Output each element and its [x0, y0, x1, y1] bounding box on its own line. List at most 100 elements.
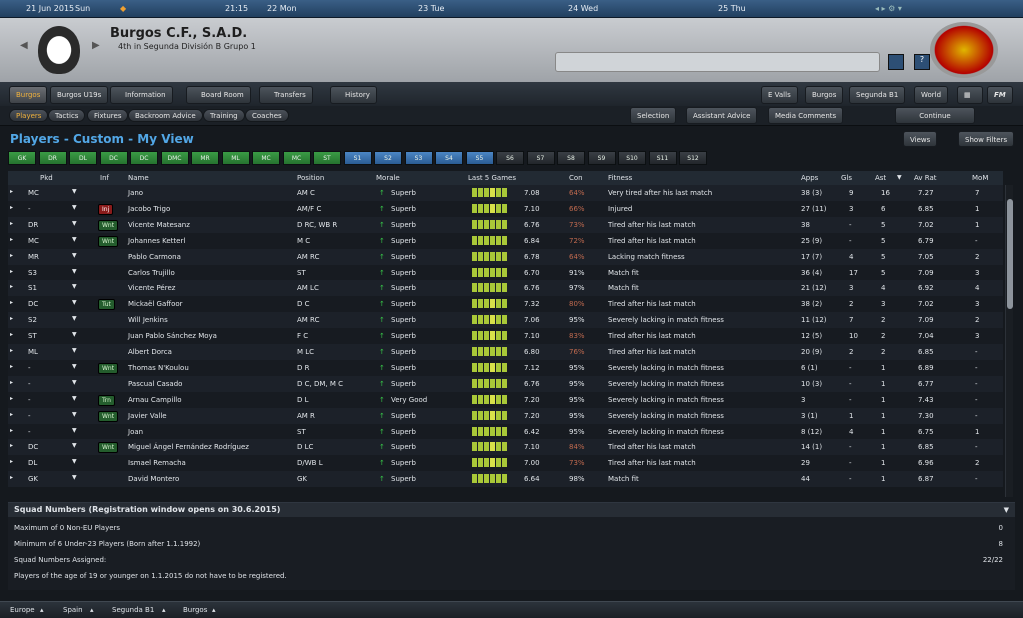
col-fitness[interactable]: Fitness [608, 174, 632, 182]
player-name[interactable]: Albert Dorca [128, 348, 172, 356]
col-morale[interactable]: Morale [376, 174, 400, 182]
filter-s3[interactable]: S3 [404, 151, 433, 165]
calendar-day-3[interactable]: 24 Wed [568, 4, 598, 13]
screenshot-icon[interactable] [888, 54, 904, 70]
filter-mc[interactable]: MC [282, 151, 311, 165]
picked-dropdown-icon[interactable]: ▼ [72, 252, 77, 259]
filter-ml[interactable]: ML [221, 151, 250, 165]
table-row[interactable]: ▸ S3 ▼ Carlos Trujillo ST ↑ Superb 6.70 91% Match… [8, 264, 1003, 281]
player-name[interactable]: Mickaël Gaffoor [128, 300, 183, 308]
crumb-up-icon[interactable]: ▴ [90, 606, 94, 614]
tab-burgos-u19s[interactable]: Burgos U19s [50, 86, 109, 104]
filter-mr[interactable]: MR [191, 151, 219, 165]
player-name[interactable]: David Montero [128, 475, 179, 483]
subtab-tactics[interactable]: Tactics [48, 109, 86, 122]
league-menu[interactable]: Segunda B1 [849, 86, 906, 104]
filter-st[interactable]: ST [313, 151, 341, 165]
crumb-segunda-b1[interactable]: Segunda B1 [112, 606, 154, 614]
col-name[interactable]: Name [128, 174, 149, 182]
status-badge[interactable]: Wnt [98, 219, 119, 231]
table-scrollbar[interactable] [1005, 185, 1013, 497]
calendar-day-4[interactable]: 25 Thu [718, 4, 746, 13]
expand-arrow-icon[interactable]: ▸ [10, 283, 13, 290]
picked-dropdown-icon[interactable]: ▼ [72, 442, 77, 449]
crumb-up-icon[interactable]: ▴ [40, 606, 44, 614]
filter-s2[interactable]: S2 [374, 151, 402, 165]
table-row[interactable]: ▸ ST ▼ Juan Pablo Sánchez Moya F C ↑ Superb 7.1… [8, 328, 1003, 345]
expand-arrow-icon[interactable]: ▸ [10, 347, 13, 354]
calendar-day-1[interactable]: 22 Mon [267, 4, 297, 13]
expand-arrow-icon[interactable]: ▸ [10, 188, 13, 195]
player-name[interactable]: Thomas N'Koulou [128, 364, 189, 372]
player-name[interactable]: Will Jenkins [128, 316, 168, 324]
picked-dropdown-icon[interactable]: ▼ [72, 474, 77, 481]
collapse-icon[interactable]: ▼ [1004, 506, 1009, 514]
player-name[interactable]: Arnau Campillo [128, 396, 182, 404]
table-row[interactable]: ▸ ML ▼ Albert Dorca M LC ↑ Superb 6.80 76% Tired … [8, 344, 1003, 360]
table-row[interactable]: ▸ DC ▼ Tut Mickaël Gaffoor D C ↑ Superb 7.32 80% T… [8, 296, 1003, 313]
crumb-burgos[interactable]: Burgos [183, 606, 207, 614]
table-row[interactable]: ▸ DL ▼ Ismael Remacha D/WB L ↑ Superb 7.00 73% Ti… [8, 455, 1003, 472]
table-row[interactable]: ▸ - ▼ Inj Jacobo Trigo AM/F C ↑ Superb 7.10 66% In… [8, 200, 1003, 217]
tab-transfers[interactable]: Transfers [259, 86, 313, 104]
picked-dropdown-icon[interactable]: ▼ [72, 188, 77, 195]
expand-arrow-icon[interactable]: ▸ [10, 395, 13, 402]
subtab-training[interactable]: Training [203, 109, 245, 122]
col-con[interactable]: Con [569, 174, 583, 182]
next-arrow-icon[interactable]: ▶ [92, 40, 100, 51]
table-row[interactable]: ▸ - ▼ Trn Arnau Campillo D L ↑ Very Good 7.20 95%… [8, 391, 1003, 408]
col-apps[interactable]: Apps [801, 174, 818, 182]
table-row[interactable]: ▸ DC ▼ Wnt Miguel Ángel Fernández Rodríguez D… [8, 439, 1003, 456]
player-name[interactable]: Pablo Carmona [128, 253, 181, 261]
picked-dropdown-icon[interactable]: ▼ [72, 347, 77, 354]
picked-dropdown-icon[interactable]: ▼ [72, 411, 77, 418]
table-row[interactable]: ▸ - ▼ Wnt Javier Valle AM R ↑ Superb 7.20 95% Seve… [8, 407, 1003, 424]
table-row[interactable]: ▸ MR ▼ Pablo Carmona AM RC ↑ Superb 6.78 64% Lack… [8, 248, 1003, 265]
expand-arrow-icon[interactable]: ▸ [10, 315, 13, 322]
shortcuts-icon[interactable]: ▦ [957, 86, 983, 104]
status-badge[interactable]: Wnt [98, 410, 119, 422]
crumb-europe[interactable]: Europe [10, 606, 35, 614]
expand-arrow-icon[interactable]: ▸ [10, 379, 13, 386]
expand-arrow-icon[interactable]: ▸ [10, 427, 13, 434]
player-name[interactable]: Jano [128, 189, 143, 197]
table-row[interactable]: ▸ S2 ▼ Will Jenkins AM RC ↑ Superb 7.06 95% Sever… [8, 312, 1003, 329]
expand-arrow-icon[interactable]: ▸ [10, 442, 13, 449]
quick-icon-bar[interactable] [555, 52, 880, 72]
subtab-players[interactable]: Players [9, 109, 49, 122]
player-name[interactable]: Ismael Remacha [128, 459, 186, 467]
col-ast[interactable]: Ast [875, 174, 886, 182]
crumb-spain[interactable]: Spain [63, 606, 83, 614]
filter-dmc[interactable]: DMC [160, 151, 189, 165]
player-name[interactable]: Pascual Casado [128, 380, 182, 388]
expand-arrow-icon[interactable]: ▸ [10, 363, 13, 370]
filter-dc[interactable]: DC [99, 151, 128, 165]
scrollbar-thumb[interactable] [1007, 199, 1013, 309]
help-icon[interactable]: ? [914, 54, 930, 70]
club-menu[interactable]: Burgos [805, 86, 844, 104]
picked-dropdown-icon[interactable]: ▼ [72, 427, 77, 434]
player-name[interactable]: Vicente Matesanz [128, 221, 190, 229]
player-name[interactable]: Javier Valle [128, 412, 167, 420]
player-name[interactable]: Johannes Ketterl [128, 237, 185, 245]
assistant-advice-menu[interactable]: Assistant Advice [686, 107, 758, 124]
filter-dl[interactable]: DL [69, 151, 97, 165]
player-name[interactable]: Jacobo Trigo [128, 205, 170, 213]
picked-dropdown-icon[interactable]: ▼ [72, 315, 77, 322]
filter-dc[interactable]: DC [130, 151, 158, 165]
expand-arrow-icon[interactable]: ▸ [10, 299, 13, 306]
tab-history[interactable]: History [330, 86, 377, 104]
table-row[interactable]: ▸ DR ▼ Wnt Vicente Matesanz D RC, WB R ↑ Superb… [8, 216, 1003, 233]
status-badge[interactable]: Trn [98, 394, 115, 406]
crumb-up-icon[interactable]: ▴ [162, 606, 166, 614]
squad-numbers-header[interactable]: Squad Numbers (Registration window opens… [8, 503, 1015, 517]
status-badge[interactable]: Tut [98, 299, 115, 311]
filter-s4[interactable]: S4 [435, 151, 463, 165]
filter-s8[interactable]: S8 [557, 151, 585, 165]
media-comments-menu[interactable]: Media Comments [768, 107, 844, 124]
selection-menu[interactable]: Selection [630, 107, 677, 124]
world-menu[interactable]: World [914, 86, 949, 104]
filter-s11[interactable]: S11 [648, 151, 677, 165]
expand-arrow-icon[interactable]: ▸ [10, 458, 13, 465]
picked-dropdown-icon[interactable]: ▼ [72, 395, 77, 402]
